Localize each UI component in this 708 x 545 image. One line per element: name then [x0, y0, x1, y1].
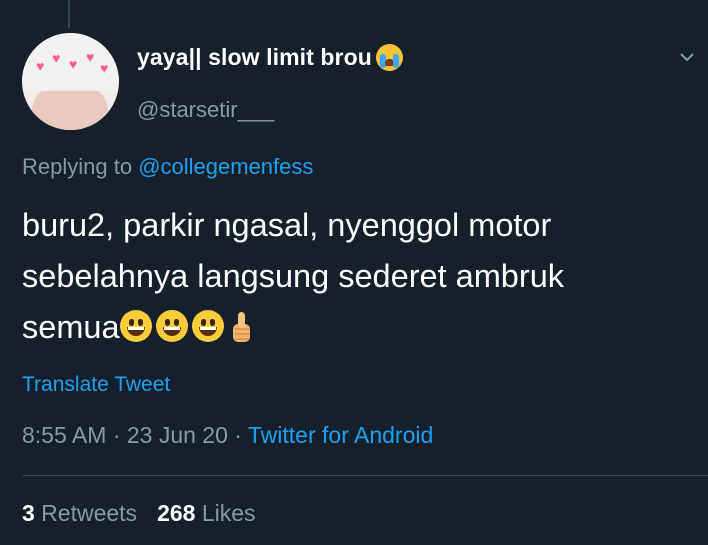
loudly-crying-face-icon: [375, 44, 403, 71]
heart-icon: ♥: [69, 56, 78, 72]
user-handle[interactable]: @starsetir___: [137, 97, 274, 123]
meta-separator: ·: [106, 422, 127, 448]
translate-tweet-link[interactable]: Translate Tweet: [22, 373, 170, 397]
thread-connector-line: [68, 0, 70, 28]
user-name-row[interactable]: yaya|| slow limit brou: [137, 44, 403, 71]
heart-icon: ♥: [100, 60, 109, 76]
grinning-face-icon: [119, 310, 152, 342]
divider: [22, 475, 708, 476]
likes-label: Likes: [195, 500, 256, 526]
tweet-stats: 3 Retweets 268 Likes: [22, 500, 256, 527]
grinning-face-icon: [155, 310, 188, 342]
display-name[interactable]: yaya|| slow limit brou: [137, 44, 372, 71]
tweet-time[interactable]: 8:55 AM: [22, 422, 106, 448]
grinning-face-icon: [191, 310, 224, 342]
thumbs-up-icon: [232, 312, 250, 342]
heart-icon: ♥: [36, 58, 45, 74]
avatar[interactable]: ♥ ♥ ♥ ♥ ♥: [22, 33, 119, 130]
tweet-source-link[interactable]: Twitter for Android: [248, 422, 433, 448]
meta-separator: ·: [227, 422, 248, 448]
likes-stat[interactable]: 268 Likes: [157, 500, 255, 526]
retweets-count: 3: [22, 500, 35, 526]
retweets-label: Retweets: [34, 500, 138, 526]
tweet-line: semua: [22, 309, 120, 345]
replying-to: Replying to @collegemenfess: [22, 154, 313, 180]
reply-target-link[interactable]: @collegemenfess: [138, 154, 313, 179]
tweet-line-last: semua: [22, 302, 692, 353]
heart-icon: ♥: [86, 49, 95, 65]
tweet-line: sebelahnya langsung sederet ambruk: [22, 258, 565, 294]
heart-icon: ♥: [52, 50, 61, 66]
tweet-line: buru2, parkir ngasal, nyenggol motor: [22, 207, 552, 243]
tweet-date[interactable]: 23 Jun 20: [127, 422, 228, 448]
replying-prefix: Replying to: [22, 154, 139, 179]
likes-count: 268: [157, 500, 196, 526]
retweets-stat[interactable]: 3 Retweets: [22, 500, 137, 526]
chevron-down-icon[interactable]: [680, 50, 694, 64]
tweet-text: buru2, parkir ngasal, nyenggol motor seb…: [22, 200, 692, 353]
tweet-meta: 8:55 AM · 23 Jun 20 · Twitter for Androi…: [22, 422, 433, 449]
